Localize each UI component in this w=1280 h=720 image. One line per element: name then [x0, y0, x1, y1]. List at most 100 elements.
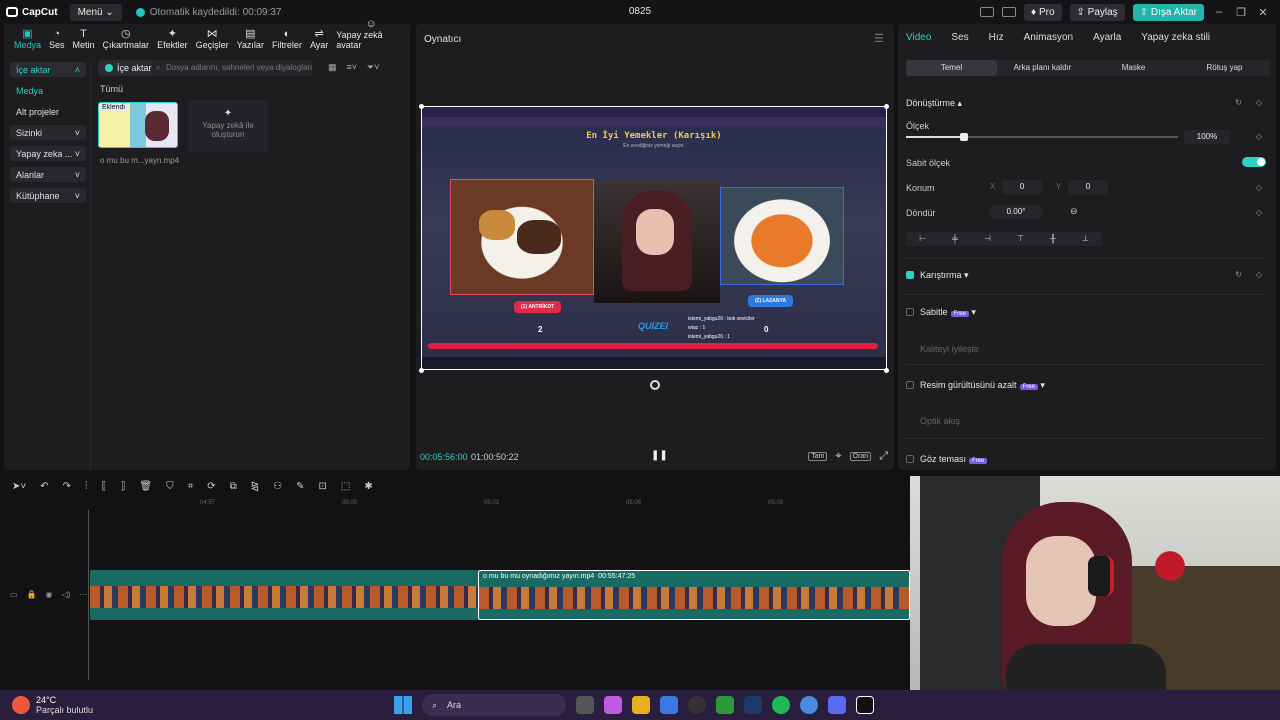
align-left-icon[interactable]: ⊢ [919, 232, 926, 246]
tab-media[interactable]: ▣ Medya [10, 24, 45, 50]
cutout-icon[interactable]: ⚇ [273, 481, 282, 492]
cover-icon[interactable]: ▭ [10, 590, 18, 599]
flip-icon[interactable]: ⊖ [1070, 206, 1078, 217]
maximize-icon[interactable]: ❐ [1234, 6, 1248, 19]
tab-video[interactable]: Video [906, 32, 931, 43]
rotate-input[interactable]: 0.00° [990, 205, 1042, 219]
ai-icon[interactable]: ✱ [364, 481, 372, 492]
crop-icon[interactable]: ⌗ [188, 481, 194, 492]
mirror-icon[interactable]: ⧎ [251, 481, 259, 492]
taskbar-search[interactable]: ⌕ Ara [422, 694, 566, 716]
file-explorer-icon[interactable] [632, 696, 650, 714]
tab-effects[interactable]: ✦ Efektler [153, 24, 192, 50]
align-top-icon[interactable]: ⊤ [1017, 232, 1024, 246]
tab-speed[interactable]: Hız [989, 32, 1004, 43]
keyframe-icon[interactable]: ◇ [1256, 183, 1262, 192]
tab-animation[interactable]: Animasyon [1024, 32, 1073, 43]
nav-spaces[interactable]: Alanlar ˅ [10, 167, 86, 182]
export-button[interactable]: ⇧ Dışa Aktar [1132, 3, 1204, 21]
weather-widget[interactable]: 24°C Parçalı bulutlu [12, 695, 93, 715]
search-input[interactable]: ⌕ Dosya adlarını, sahneleri veya diyalogl… [152, 60, 312, 76]
resize-handle[interactable] [419, 104, 424, 109]
stabilize-header[interactable]: Sabitle Free ▾ [920, 307, 976, 318]
split-icon[interactable]: ⫶ [85, 481, 88, 492]
eye-contact-header[interactable]: Göz teması Free [920, 454, 988, 464]
nav-import[interactable]: İçe aktar ˄ [10, 62, 86, 77]
tab-audio[interactable]: Ses [951, 32, 968, 43]
delete-icon[interactable]: 🗑 [139, 481, 152, 492]
tab-text[interactable]: T Metin [69, 24, 99, 50]
timeline-ruler[interactable]: 04:57 05:00 05:03 05:06 05:09 [88, 498, 910, 512]
redo-icon[interactable]: ↷ [63, 481, 71, 492]
align-middle-icon[interactable]: ╫ [1050, 232, 1056, 246]
capcut-icon[interactable] [856, 696, 874, 714]
playhead[interactable] [88, 510, 89, 680]
hamburger-icon[interactable]: ☰ [874, 32, 884, 45]
chrome-icon[interactable] [800, 696, 818, 714]
caption-icon[interactable]: ⊡ [319, 481, 327, 492]
resize-handle[interactable] [419, 368, 424, 373]
lock-icon[interactable]: 🔒 [27, 590, 37, 599]
split-right-icon[interactable]: ⟧ [120, 481, 125, 492]
tab-adjust[interactable]: Ayarla [1093, 32, 1121, 43]
layout-icon[interactable] [980, 7, 995, 17]
tab-captions[interactable]: ▤ Yazılar [233, 24, 268, 50]
ai-create-card[interactable]: ✦ Yapay zekâ ile oluşturun [188, 100, 268, 152]
denoise-header[interactable]: Resim gürültüsünü azalt Free ▾ [920, 380, 1045, 391]
full-quality-button[interactable]: Tam [808, 452, 828, 461]
fullscreen-icon[interactable]: ⤢ [879, 450, 888, 463]
minimize-icon[interactable]: – [1212, 6, 1226, 18]
video-clip-selected[interactable]: o mu bu mu oynadığımız yayın.mp4 00:55:4… [478, 570, 910, 620]
menu-button[interactable]: Menü ⌄ [69, 3, 122, 21]
denoise-checkbox[interactable] [906, 381, 914, 389]
align-center-icon[interactable]: ╪ [952, 232, 958, 246]
tab-audio[interactable]: ◔ Ses [45, 24, 69, 50]
align-right-icon[interactable]: ⊣ [984, 232, 991, 246]
discord-icon[interactable] [828, 696, 846, 714]
scale-input[interactable]: 100% [1184, 130, 1230, 144]
stabilize-checkbox[interactable] [906, 308, 914, 316]
steam-icon[interactable] [744, 696, 762, 714]
subtab-mask[interactable]: Maske [1088, 60, 1179, 76]
speed-icon[interactable]: ⟳ [207, 481, 215, 492]
reset-icon[interactable]: ↻ [1235, 98, 1242, 107]
github-icon[interactable] [688, 696, 706, 714]
resize-icon[interactable]: ⬚ [341, 481, 350, 492]
grid-view-icon[interactable]: ▦ [328, 62, 337, 73]
close-icon[interactable]: ✕ [1256, 6, 1270, 19]
split-left-icon[interactable]: ⟦ [102, 481, 107, 492]
spotify-icon[interactable] [772, 696, 790, 714]
share-button[interactable]: ⇪ Paylaş [1069, 3, 1125, 21]
resize-handle[interactable] [884, 104, 889, 109]
transform-header[interactable]: Dönüştürme ▴ [906, 98, 962, 109]
tab-filters[interactable]: ◐ Filtreler [268, 24, 306, 50]
blend-checkbox[interactable] [906, 271, 914, 279]
reset-icon[interactable]: ↻ [1235, 270, 1242, 279]
freeze-icon[interactable]: ⧉ [230, 481, 237, 492]
keyframe-icon[interactable]: ◇ [1256, 270, 1262, 279]
pos-y-input[interactable]: 0 [1068, 180, 1108, 194]
keyframe-icon[interactable]: ◇ [1256, 98, 1262, 107]
nav-subprojects[interactable]: Alt projeler [10, 104, 86, 119]
tab-transitions[interactable]: ⋈ Geçişler [192, 24, 233, 50]
tab-stickers[interactable]: ◷ Çıkartmalar [99, 24, 154, 50]
align-bottom-icon[interactable]: ⊥ [1082, 232, 1089, 246]
eye-icon[interactable]: ◉ [46, 590, 53, 599]
more-icon[interactable]: ⋯ [79, 590, 87, 599]
subtab-remove-bg[interactable]: Arka planı kaldır [997, 60, 1088, 76]
nav-library[interactable]: Kütüphane ˅ [10, 188, 86, 203]
copilot-icon[interactable] [604, 696, 622, 714]
select-tool-icon[interactable]: ➤˅ [12, 481, 26, 492]
pro-button[interactable]: ♦ Pro [1024, 3, 1062, 21]
nav-yours[interactable]: Sizinki ˅ [10, 125, 86, 140]
video-clip[interactable] [90, 570, 478, 620]
pos-x-input[interactable]: 0 [1002, 180, 1042, 194]
subtab-basic[interactable]: Temel [906, 60, 997, 76]
keyframe-icon[interactable]: ◇ [1256, 208, 1262, 217]
resize-handle[interactable] [884, 368, 889, 373]
xbox-icon[interactable] [716, 696, 734, 714]
undo-icon[interactable]: ↶ [40, 481, 48, 492]
task-view-icon[interactable] [576, 696, 594, 714]
nav-media[interactable]: Medya [10, 83, 86, 98]
magic-icon[interactable]: ✎ [296, 481, 304, 492]
